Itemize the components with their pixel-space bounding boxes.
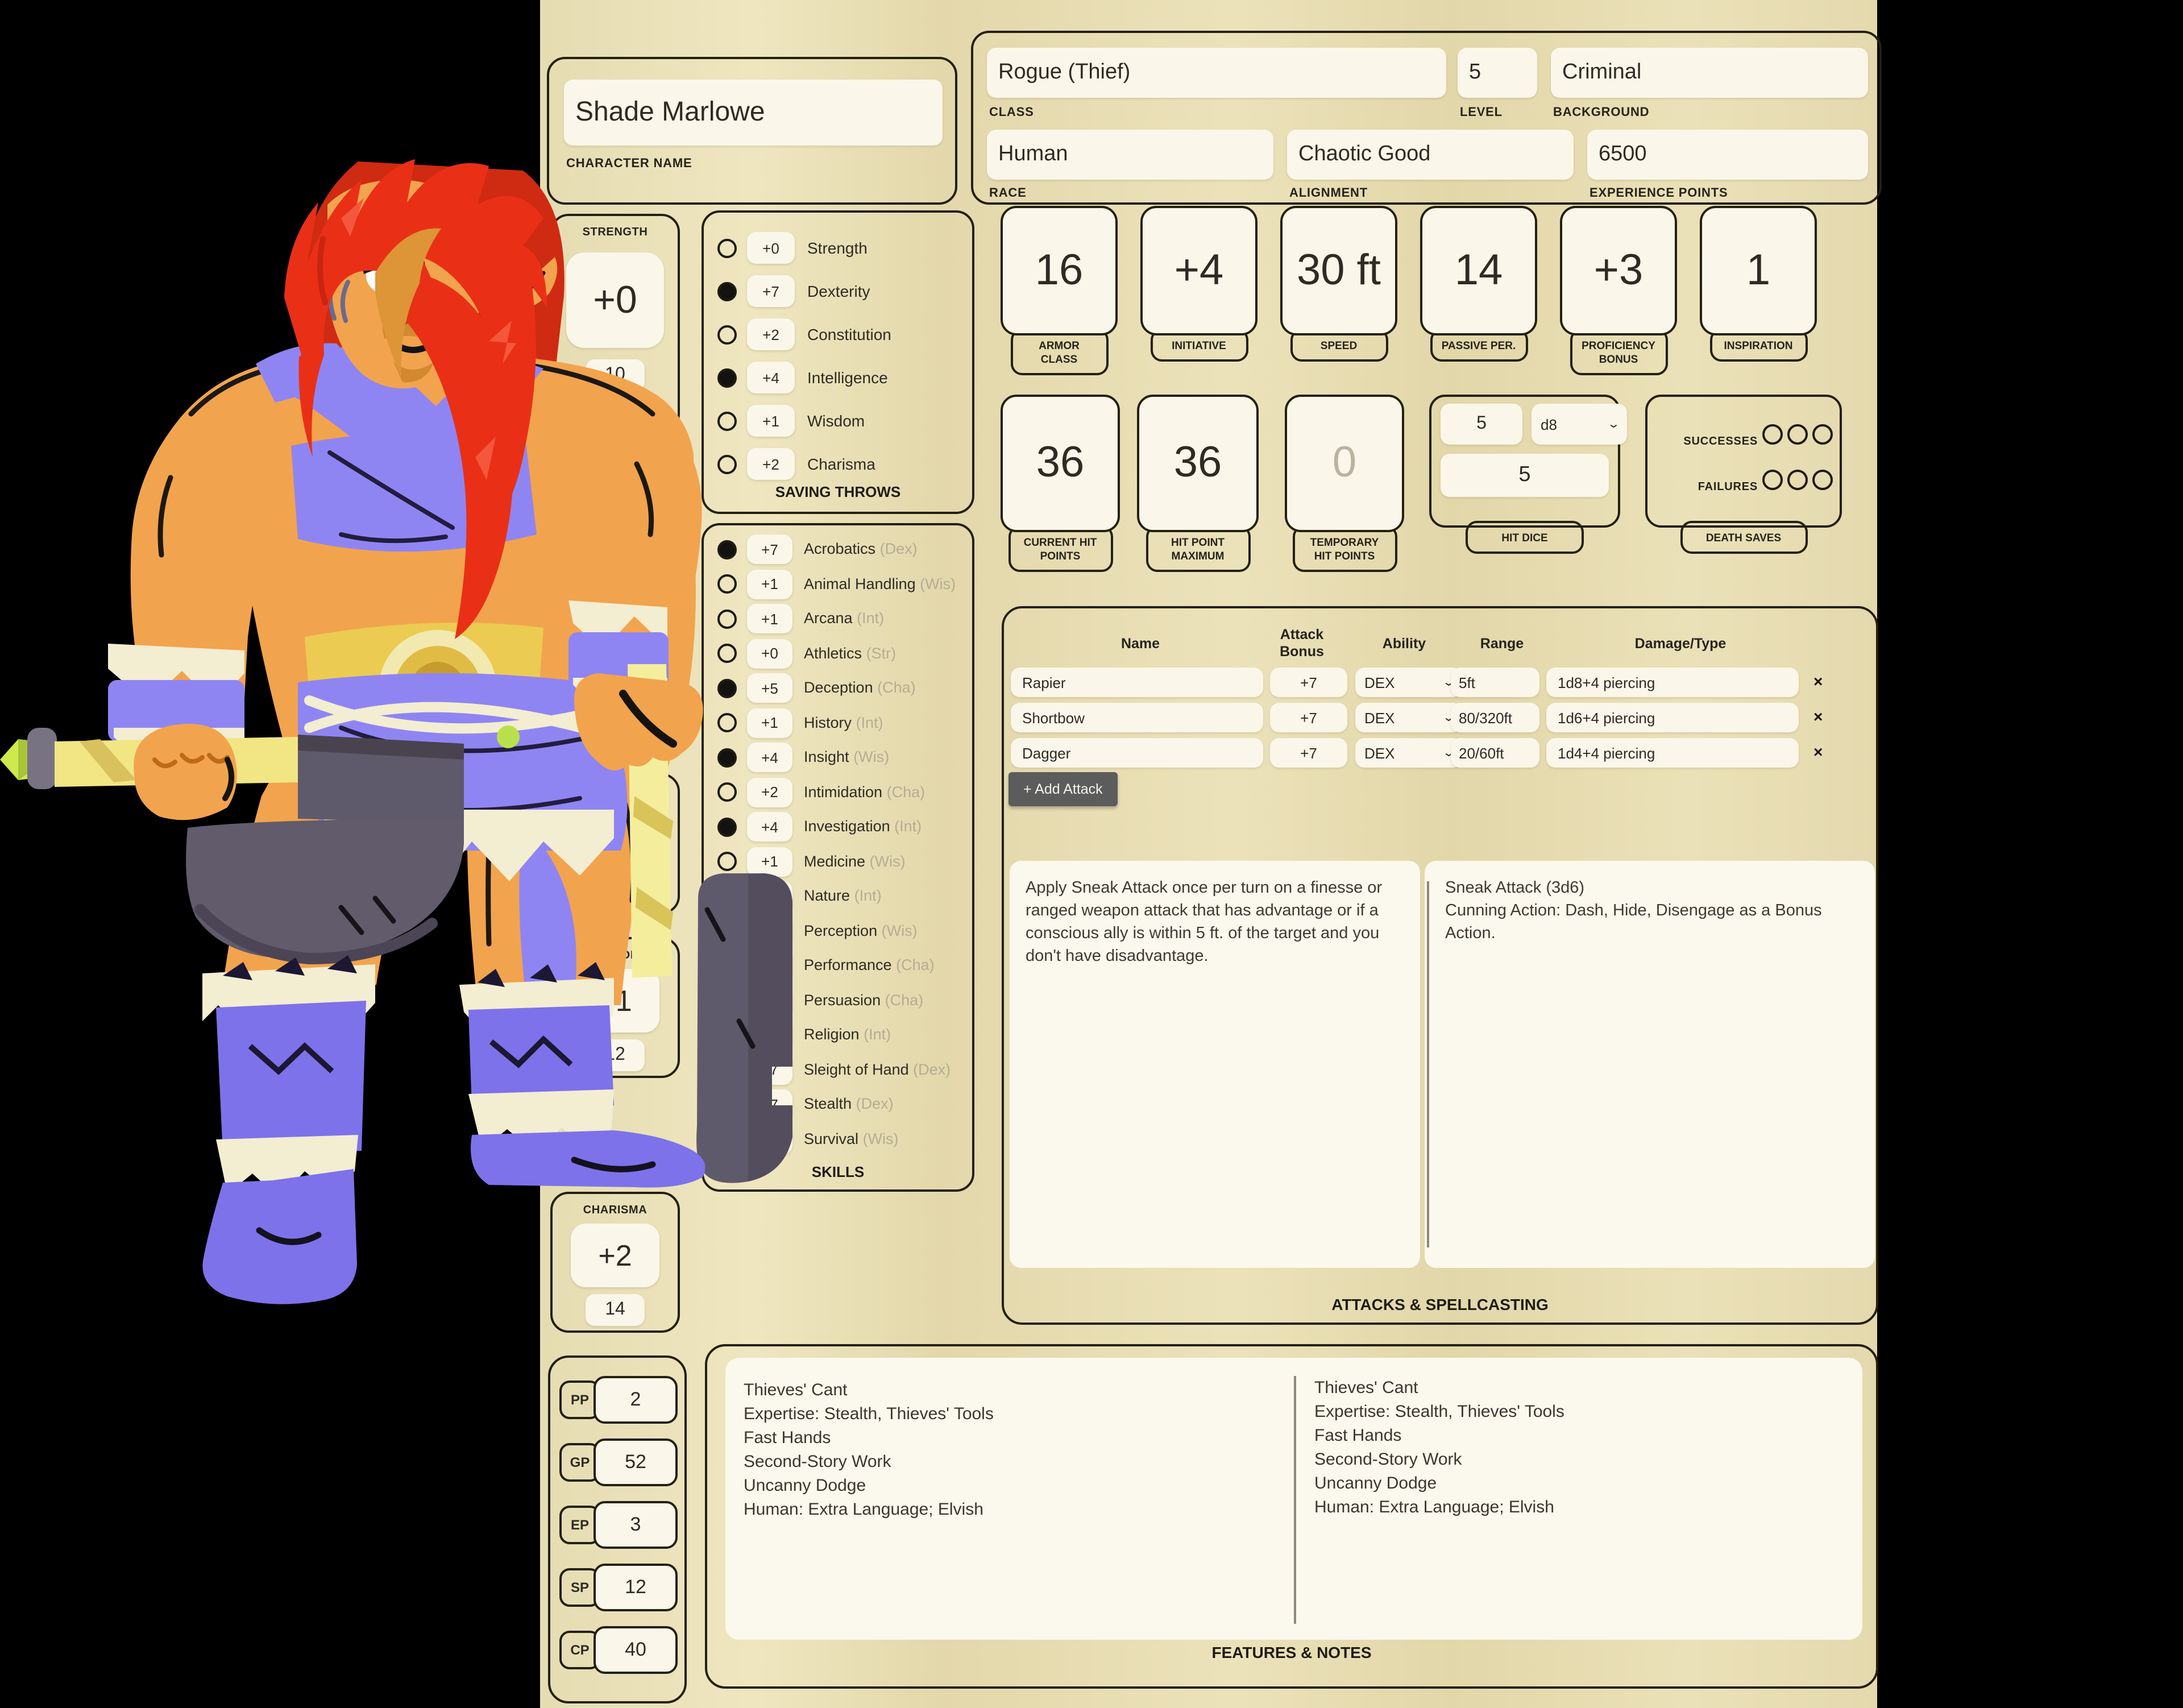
- stat-box: 1 INSPIRATION: [1700, 206, 1817, 362]
- stat-value-input[interactable]: 1: [1700, 206, 1817, 335]
- death-saves-group: SUCCESSES FAILURES DEATH SAVES: [1645, 395, 1842, 554]
- stat-label-tab: PROFICIENCY BONUS: [1570, 329, 1667, 375]
- attack-damage-input[interactable]: 1d8+4 piercing: [1546, 668, 1799, 697]
- death-save-circle[interactable]: [1787, 424, 1808, 445]
- class-input[interactable]: Rogue (Thief): [987, 48, 1446, 98]
- attack-notes-left[interactable]: Apply Sneak Attack once per turn on a fi…: [1010, 861, 1420, 1268]
- delete-attack-button[interactable]: ×: [1813, 743, 1823, 761]
- alignment-label: ALIGNMENT: [1289, 186, 1368, 200]
- attacks-header-ability: Ability: [1359, 636, 1450, 653]
- attack-row: Shortbow +7 DEX⌄ 80/320ft 1d6+4 piercing…: [1011, 703, 1874, 732]
- add-attack-button[interactable]: + Add Attack: [1009, 772, 1118, 806]
- header-panel: Rogue (Thief) 5 Criminal CLASS LEVEL BAC…: [971, 31, 1882, 205]
- attack-range-input[interactable]: 5ft: [1451, 668, 1539, 697]
- failures-label: FAILURES: [1698, 481, 1758, 494]
- attacks-header-bonus: Attack Bonus: [1245, 627, 1359, 661]
- coin-input[interactable]: 40: [594, 1626, 678, 1674]
- hp-temp-box: 0 TEMPORARY HIT POINTS: [1285, 395, 1404, 572]
- attack-ability-select[interactable]: DEX⌄: [1355, 703, 1462, 732]
- features-divider: [1294, 1376, 1296, 1624]
- hit-dice-frame: 5 d8 ⌄ 5: [1429, 395, 1620, 528]
- stat-box: 14 PASSIVE PER.: [1420, 206, 1537, 362]
- hp-temp-label: TEMPORARY HIT POINTS: [1292, 525, 1397, 572]
- background-input[interactable]: Criminal: [1551, 48, 1868, 98]
- hit-dice-die-value: d8: [1541, 416, 1557, 433]
- hp-max-box: 36 HIT POINT MAXIMUM: [1137, 395, 1259, 572]
- stat-value-input[interactable]: 30 ft: [1280, 206, 1397, 335]
- xp-input[interactable]: 6500: [1587, 130, 1868, 180]
- attack-ability-select[interactable]: DEX⌄: [1355, 668, 1462, 697]
- hit-dice-die-select[interactable]: d8 ⌄: [1532, 404, 1627, 445]
- money-row: SP 12: [559, 1564, 678, 1611]
- hp-current-input[interactable]: 36: [1001, 395, 1120, 532]
- features-label: FEATURES & NOTES: [707, 1643, 1876, 1661]
- stat-box: 16 ARMOR CLASS: [1001, 206, 1118, 375]
- hp-max-label: HIT POINT MAXIMUM: [1146, 525, 1250, 572]
- attack-bonus-input[interactable]: +7: [1270, 703, 1347, 732]
- coin-input[interactable]: 3: [594, 1501, 678, 1549]
- hp-max-input[interactable]: 36: [1137, 395, 1259, 532]
- attacks-header-range: Range: [1456, 636, 1547, 653]
- stat-box: 30 ft SPEED: [1280, 206, 1397, 362]
- hit-dice-group: 5 d8 ⌄ 5 HIT DICE: [1429, 395, 1620, 554]
- stat-value-input[interactable]: 16: [1001, 206, 1118, 335]
- attack-damage-input[interactable]: 1d4+4 piercing: [1546, 738, 1799, 768]
- delete-attack-button[interactable]: ×: [1813, 707, 1823, 726]
- money-row: EP 3: [559, 1501, 678, 1549]
- death-save-circle[interactable]: [1812, 424, 1833, 445]
- stat-box: +4 INITIATIVE: [1140, 206, 1257, 362]
- features-text-right[interactable]: Thieves' Cant Expertise: Stealth, Thieve…: [1314, 1376, 1837, 1519]
- attack-name-input[interactable]: Dagger: [1011, 738, 1263, 768]
- attack-row: Rapier +7 DEX⌄ 5ft 1d8+4 piercing ×: [1011, 668, 1874, 697]
- xp-label: EXPERIENCE POINTS: [1589, 186, 1728, 200]
- attack-range-input[interactable]: 80/320ft: [1451, 703, 1539, 732]
- hp-current-box: 36 CURRENT HIT POINTS: [1001, 395, 1120, 572]
- notes-divider: [1427, 881, 1429, 1247]
- hp-temp-input[interactable]: 0: [1285, 395, 1404, 532]
- hp-current-label: CURRENT HIT POINTS: [1008, 525, 1113, 572]
- death-save-circle[interactable]: [1812, 470, 1833, 490]
- successes-label: SUCCESSES: [1683, 436, 1758, 448]
- death-save-circle[interactable]: [1762, 470, 1783, 490]
- level-label: LEVEL: [1460, 106, 1503, 119]
- attacks-header-damage: Damage/Type: [1607, 636, 1754, 653]
- hit-dice-remaining-input[interactable]: 5: [1441, 454, 1609, 497]
- death-save-circle[interactable]: [1787, 470, 1808, 490]
- attack-notes-right[interactable]: Sneak Attack (3d6) Cunning Action: Dash,…: [1425, 861, 1875, 1268]
- chevron-down-icon: ⌄: [1607, 418, 1620, 430]
- background-label: BACKGROUND: [1553, 106, 1649, 119]
- character-portrait: [0, 0, 1001, 1467]
- coin-input[interactable]: 12: [594, 1564, 678, 1611]
- alignment-input[interactable]: Chaotic Good: [1287, 130, 1574, 180]
- level-input[interactable]: 5: [1458, 48, 1537, 98]
- attack-ability-select[interactable]: DEX⌄: [1355, 738, 1462, 768]
- stat-label-tab: ARMOR CLASS: [1010, 329, 1108, 375]
- money-row: CP 40: [559, 1626, 678, 1674]
- death-save-circle[interactable]: [1762, 424, 1783, 445]
- stat-box: +3 PROFICIENCY BONUS: [1560, 206, 1677, 375]
- hit-dice-total-input[interactable]: 5: [1441, 404, 1522, 445]
- death-failures-row: FAILURES: [1647, 470, 1833, 496]
- app-stage: Shade Marlowe CHARACTER NAME Rogue (Thie…: [0, 0, 2183, 1708]
- attacks-panel: Name Attack Bonus Ability Range Damage/T…: [1002, 606, 1878, 1325]
- attacks-label: ATTACKS & SPELLCASTING: [1004, 1295, 1876, 1313]
- stat-value-input[interactable]: +4: [1140, 206, 1257, 335]
- stat-value-input[interactable]: 14: [1420, 206, 1537, 335]
- death-saves-frame: SUCCESSES FAILURES: [1645, 395, 1842, 528]
- attack-bonus-input[interactable]: +7: [1270, 668, 1347, 697]
- attack-name-input[interactable]: Shortbow: [1011, 703, 1263, 732]
- attack-name-input[interactable]: Rapier: [1011, 668, 1263, 697]
- death-successes-row: SUCCESSES: [1647, 424, 1833, 450]
- attack-bonus-input[interactable]: +7: [1270, 738, 1347, 768]
- attack-range-input[interactable]: 20/60ft: [1451, 738, 1539, 768]
- attacks-header-name: Name: [1072, 636, 1209, 653]
- stat-value-input[interactable]: +3: [1560, 206, 1677, 335]
- race-input[interactable]: Human: [987, 130, 1273, 180]
- delete-attack-button[interactable]: ×: [1813, 672, 1823, 690]
- attack-damage-input[interactable]: 1d6+4 piercing: [1546, 703, 1799, 732]
- attack-row: Dagger +7 DEX⌄ 20/60ft 1d4+4 piercing ×: [1011, 738, 1874, 768]
